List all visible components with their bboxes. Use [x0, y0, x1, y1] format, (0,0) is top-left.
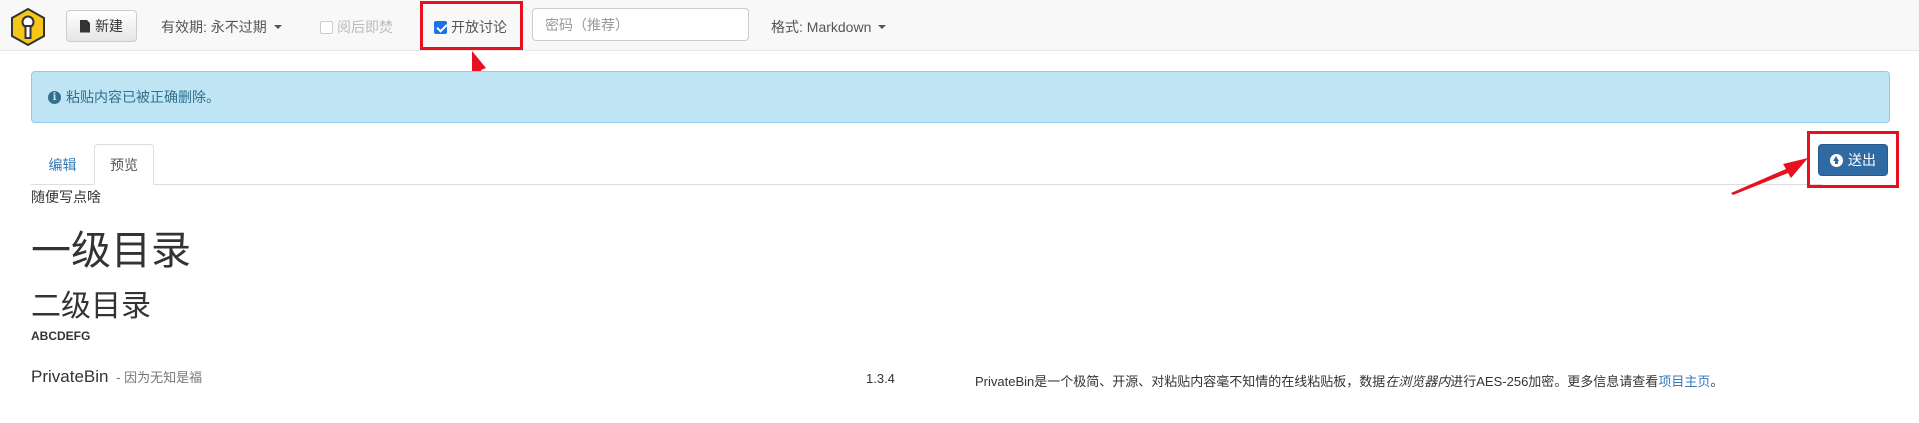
- new-button-label: 新建: [95, 18, 123, 34]
- footer-info-end: 。: [1710, 374, 1724, 389]
- password-input[interactable]: [532, 8, 749, 41]
- navbar: 新建 有效期: 永不过期 阅后即焚 开放讨论 格式: Markdown: [0, 0, 1919, 51]
- preview-heading-1: 一级目录: [31, 229, 191, 273]
- tab-preview-label: 预览: [110, 156, 138, 173]
- preview-paragraph: 随便写点啥: [31, 189, 101, 205]
- privatebin-logo-icon[interactable]: [10, 8, 46, 46]
- tab-edit[interactable]: 编辑: [31, 144, 94, 185]
- upload-icon: [1830, 153, 1843, 167]
- send-button-label: 送出: [1848, 152, 1876, 168]
- info-alert: i 粘贴内容已被正确删除。: [31, 71, 1890, 123]
- tab-preview[interactable]: 预览: [94, 144, 154, 185]
- expiration-dropdown[interactable]: 有效期: 永不过期: [161, 17, 282, 37]
- file-icon: [80, 19, 90, 33]
- highlight-box-discussion: [420, 1, 523, 50]
- expiration-label: 有效期: 永不过期: [161, 19, 267, 35]
- format-dropdown[interactable]: 格式: Markdown: [771, 17, 887, 37]
- annotation-arrow-right-icon: [1731, 158, 1808, 195]
- app-name: PrivateBin: [31, 367, 109, 386]
- tabs-divider: [31, 184, 1823, 185]
- footer-app-name: PrivateBin - 因为无知是福: [31, 367, 202, 387]
- format-label: 格式: Markdown: [771, 19, 872, 35]
- project-homepage-link[interactable]: 项目主页: [1658, 374, 1710, 389]
- caret-down-icon: [273, 25, 282, 29]
- burn-after-reading-label: 阅后即焚: [337, 19, 393, 35]
- send-button[interactable]: 送出: [1818, 144, 1888, 176]
- preview-heading-3: ABCDEFG: [31, 329, 91, 343]
- footer-info-text: PrivateBin是一个极简、开源、对粘贴内容毫不知情的在线粘贴板，数据: [975, 374, 1386, 389]
- burn-after-reading-option[interactable]: 阅后即焚: [320, 17, 393, 37]
- info-icon: i: [48, 90, 61, 104]
- footer-info-emphasis: 在浏览器内: [1385, 374, 1451, 389]
- tab-edit-label: 编辑: [48, 156, 77, 173]
- new-paste-button[interactable]: 新建: [66, 10, 137, 42]
- footer-info-text-2: 进行AES-256加密。更多信息请查看: [1450, 374, 1659, 389]
- preview-heading-2: 二级目录: [31, 290, 151, 323]
- app-version: 1.3.4: [866, 371, 895, 386]
- footer-info: PrivateBin是一个极简、开源、对粘贴内容毫不知情的在线粘贴板，数据在浏览…: [975, 371, 1723, 390]
- alert-message: 粘贴内容已被正确删除。: [66, 89, 220, 105]
- burn-after-reading-checkbox[interactable]: [320, 20, 333, 34]
- caret-down-icon: [878, 25, 887, 29]
- app-slogan: - 因为无知是福: [116, 370, 203, 385]
